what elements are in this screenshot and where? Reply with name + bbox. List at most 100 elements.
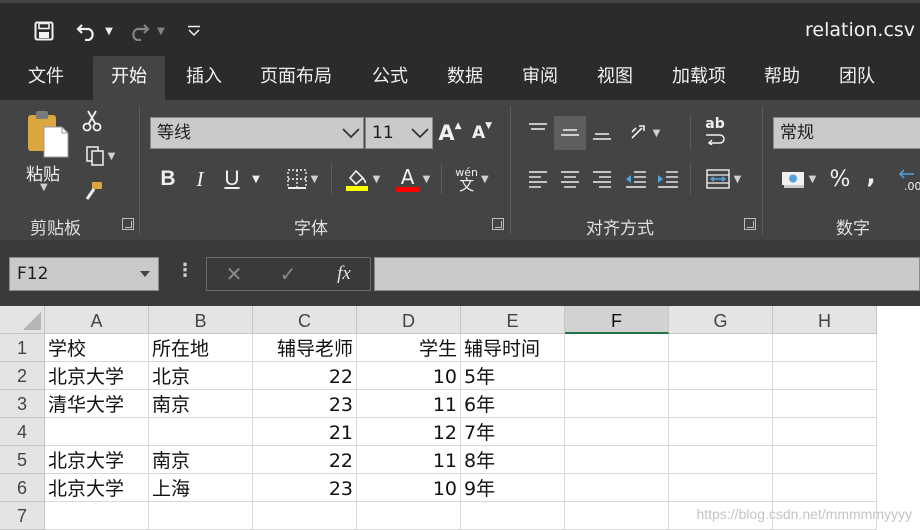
accounting-format-button[interactable]: ▼ (776, 164, 820, 194)
cell-b4[interactable] (149, 418, 253, 446)
cell-d5[interactable]: 11 (357, 446, 461, 474)
cell-c3[interactable]: 23 (253, 390, 357, 418)
column-header-f[interactable]: F (565, 306, 669, 334)
italic-button[interactable]: I (187, 164, 213, 194)
increase-indent-icon[interactable] (654, 164, 682, 194)
merge-center-button[interactable]: ▼ (698, 164, 748, 194)
align-middle-icon[interactable] (554, 116, 586, 150)
bold-button[interactable]: B (155, 164, 181, 194)
column-header-c[interactable]: C (253, 306, 357, 334)
tab-home[interactable]: 开始 (93, 56, 165, 100)
customize-toolbar-icon[interactable] (184, 17, 204, 45)
redo-dropdown-icon[interactable]: ▼ (154, 17, 168, 45)
cell-a7[interactable] (45, 502, 149, 530)
wrap-text-button[interactable]: ab (700, 112, 730, 150)
increase-decimal-icon[interactable]: .00 (896, 162, 920, 196)
cell-f1[interactable] (565, 334, 669, 362)
cell-f5[interactable] (565, 446, 669, 474)
formula-bar-more-icon[interactable]: ⋮ (176, 260, 194, 281)
cell-e7[interactable] (461, 502, 565, 530)
cell-b2[interactable]: 北京 (149, 362, 253, 390)
column-header-b[interactable]: B (149, 306, 253, 334)
row-header[interactable]: 5 (0, 446, 45, 474)
cell-g2[interactable] (669, 362, 773, 390)
cell-g1[interactable] (669, 334, 773, 362)
tab-data[interactable]: 数据 (433, 56, 497, 100)
select-all-button[interactable] (0, 306, 45, 334)
undo-dropdown-icon[interactable]: ▼ (102, 17, 116, 45)
cell-b5[interactable]: 南京 (149, 446, 253, 474)
increase-font-button[interactable]: A ▲ (438, 118, 462, 148)
tab-team[interactable]: 团队 (827, 56, 887, 100)
percent-style-button[interactable]: % (826, 164, 854, 194)
cell-g4[interactable] (669, 418, 773, 446)
cell-c6[interactable]: 23 (253, 474, 357, 502)
column-header-e[interactable]: E (461, 306, 565, 334)
fill-color-button[interactable]: ▼ (339, 164, 385, 194)
tab-view[interactable]: 视图 (583, 56, 647, 100)
font-launcher-icon[interactable] (492, 218, 504, 230)
cell-d1[interactable]: 学生 (357, 334, 461, 362)
cell-h6[interactable] (773, 474, 877, 502)
cell-e6[interactable]: 9年 (461, 474, 565, 502)
cell-b1[interactable]: 所在地 (149, 334, 253, 362)
underline-dropdown-icon[interactable]: ▼ (249, 164, 263, 194)
comma-style-button[interactable]: , (860, 160, 882, 190)
column-header-h[interactable]: H (773, 306, 877, 334)
number-format-combo[interactable]: 常规 (773, 117, 920, 149)
cell-a1[interactable]: 学校 (45, 334, 149, 362)
cell-a3[interactable]: 清华大学 (45, 390, 149, 418)
row-header[interactable]: 6 (0, 474, 45, 502)
tab-help[interactable]: 帮助 (752, 56, 812, 100)
cell-e5[interactable]: 8年 (461, 446, 565, 474)
tab-file[interactable]: 文件 (12, 56, 80, 100)
cell-a5[interactable]: 北京大学 (45, 446, 149, 474)
cell-a6[interactable]: 北京大学 (45, 474, 149, 502)
cut-icon[interactable] (80, 108, 104, 134)
cell-f2[interactable] (565, 362, 669, 390)
cell-d2[interactable]: 10 (357, 362, 461, 390)
format-painter-icon[interactable] (80, 178, 106, 204)
cell-b3[interactable]: 南京 (149, 390, 253, 418)
cell-f4[interactable] (565, 418, 669, 446)
tab-insert[interactable]: 插入 (172, 56, 236, 100)
cell-g3[interactable] (669, 390, 773, 418)
cell-d6[interactable]: 10 (357, 474, 461, 502)
formula-input[interactable] (374, 257, 920, 291)
row-header[interactable]: 7 (0, 502, 45, 530)
column-header-a[interactable]: A (45, 306, 149, 334)
cell-f3[interactable] (565, 390, 669, 418)
insert-function-icon[interactable]: fx (329, 260, 359, 288)
cancel-icon[interactable]: ✕ (221, 260, 247, 288)
cell-e2[interactable]: 5年 (461, 362, 565, 390)
alignment-launcher-icon[interactable] (744, 218, 756, 230)
cell-b6[interactable]: 上海 (149, 474, 253, 502)
underline-button[interactable]: U (219, 164, 245, 194)
cell-c4[interactable]: 21 (253, 418, 357, 446)
font-name-combo[interactable]: 等线 (150, 117, 364, 149)
paste-dropdown-icon[interactable]: ▼ (40, 182, 48, 193)
cell-h2[interactable] (773, 362, 877, 390)
cell-e4[interactable]: 7年 (461, 418, 565, 446)
cell-f6[interactable] (565, 474, 669, 502)
font-color-button[interactable]: A ▼ (390, 164, 436, 194)
phonetic-guide-button[interactable]: wén 文 ▼ (449, 162, 495, 196)
cell-h5[interactable] (773, 446, 877, 474)
cell-d3[interactable]: 11 (357, 390, 461, 418)
cell-g6[interactable] (669, 474, 773, 502)
enter-icon[interactable]: ✓ (275, 260, 301, 288)
font-size-combo[interactable]: 11 (365, 117, 433, 149)
decrease-font-button[interactable]: A ▼ (470, 118, 494, 148)
cell-b7[interactable] (149, 502, 253, 530)
cell-c5[interactable]: 22 (253, 446, 357, 474)
tab-addins[interactable]: 加载项 (659, 56, 739, 100)
row-header[interactable]: 1 (0, 334, 45, 362)
save-icon[interactable] (30, 17, 58, 45)
cell-e1[interactable]: 辅导时间 (461, 334, 565, 362)
copy-icon[interactable]: ▼ (80, 143, 120, 169)
tab-page-layout[interactable]: 页面布局 (250, 56, 342, 100)
cell-h4[interactable] (773, 418, 877, 446)
column-header-d[interactable]: D (357, 306, 461, 334)
cell-c1[interactable]: 辅导老师 (253, 334, 357, 362)
tab-formulas[interactable]: 公式 (358, 56, 422, 100)
